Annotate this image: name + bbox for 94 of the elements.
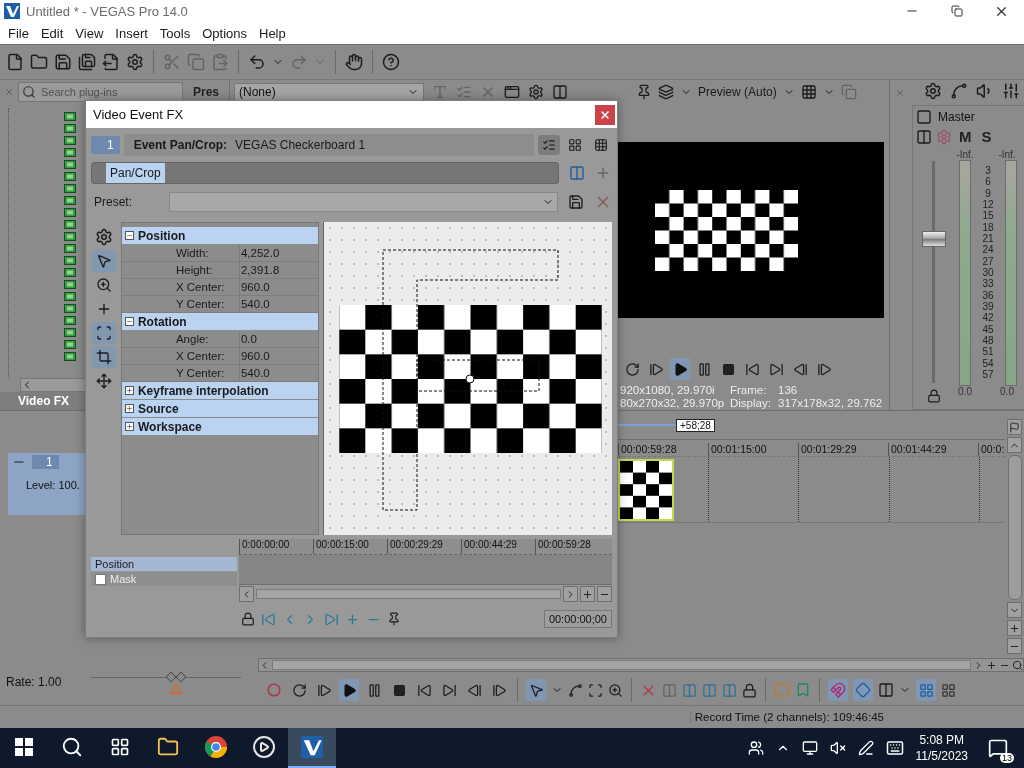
property-value[interactable]: 960.0 xyxy=(239,279,270,295)
time-field[interactable]: 00:00:00;00 xyxy=(543,610,612,628)
scale-number: 18 xyxy=(982,222,994,233)
ruler-label: 00:01:29:29 xyxy=(798,443,888,456)
section-header[interactable]: Workspace xyxy=(121,418,318,435)
property-label: Y Center: xyxy=(121,365,240,381)
scale-number: 6 xyxy=(985,177,991,188)
preview-quality-dropdown[interactable]: Preview (Auto) xyxy=(698,84,795,99)
property-label: X Center: xyxy=(121,348,240,364)
section-header[interactable]: Source xyxy=(121,400,318,417)
info-label: Frame: xyxy=(730,384,768,397)
ruler-label: 0:00:00:00 xyxy=(239,539,313,554)
section-title: Position xyxy=(137,228,186,243)
cursor-time-tag: +58;28 xyxy=(676,418,715,432)
property-label: Height: xyxy=(121,262,240,278)
rate-label: Rate: 1.00 xyxy=(6,674,62,689)
peak-label: -Inf. xyxy=(955,149,975,160)
section-title: Workspace xyxy=(137,419,202,434)
scale-number: 24 xyxy=(982,245,994,256)
clock-date: 11/5/2023 xyxy=(915,748,968,764)
section-header[interactable]: Position xyxy=(121,227,318,244)
info-value: 317x178x32, 29.762 xyxy=(778,397,884,410)
scale-number: 39 xyxy=(982,301,994,312)
property-label: Y Center: xyxy=(121,296,240,312)
section-title: Rotation xyxy=(137,314,187,329)
plugin-chip[interactable]: Pan/Crop xyxy=(106,163,165,183)
ruler-label: 00:01:15:00 xyxy=(708,443,798,456)
notification-count: 13 xyxy=(1000,753,1014,763)
scale-number: 27 xyxy=(982,256,994,267)
track-header[interactable]: 1 Level: 100. xyxy=(8,453,85,515)
scale-number: 12 xyxy=(982,200,994,210)
section-header[interactable]: Keyframe interpolation xyxy=(121,382,318,399)
property-label: X Center: xyxy=(121,279,240,295)
scale-number: 15 xyxy=(982,211,994,222)
preset-dropdown[interactable]: (None) xyxy=(234,83,424,101)
menu-item[interactable]: Help xyxy=(253,23,292,43)
dialog-title: Video Event FX xyxy=(93,107,184,122)
scale-number: 21 xyxy=(982,233,994,244)
ruler-label: 00:0: xyxy=(978,443,1005,456)
keyframe-track-row[interactable]: Position xyxy=(91,557,237,571)
event-index-badge: 1 xyxy=(91,136,120,154)
header-value: VEGAS Checkerboard 1 xyxy=(235,138,366,152)
info-value: 136 xyxy=(778,384,799,397)
ruler-label: 00:00:44:29 xyxy=(461,539,535,554)
search-field[interactable]: Search plug-ins xyxy=(18,82,183,102)
solo-button[interactable]: S xyxy=(978,128,995,145)
scale-number: 54 xyxy=(982,358,994,369)
preset-label: Preset: xyxy=(93,195,133,209)
property-label: Width: xyxy=(121,245,240,261)
property-value[interactable]: 540.0 xyxy=(239,296,270,312)
property-label: Angle: xyxy=(121,331,240,347)
scale-number: 9 xyxy=(985,188,991,199)
scale-number: 30 xyxy=(982,267,994,278)
scale-number: 48 xyxy=(982,335,994,346)
meter-reading: 0.0 xyxy=(999,386,1015,397)
scale-number: 57 xyxy=(982,369,994,380)
menu-item[interactable]: Options xyxy=(196,23,253,43)
mute-button[interactable]: M xyxy=(956,128,975,145)
menu-item[interactable]: Edit xyxy=(34,23,70,43)
section-header[interactable]: Rotation xyxy=(121,313,318,330)
ruler-label: 00:00:59:28 xyxy=(535,539,609,554)
scale-number: 51 xyxy=(982,347,994,358)
bus-title: Master xyxy=(938,110,975,124)
property-value[interactable]: 540.0 xyxy=(239,365,270,381)
notifications-button[interactable]: 13 xyxy=(980,728,1016,768)
track-label: Mask xyxy=(110,573,137,585)
scale-number: 3 xyxy=(985,166,991,176)
clock-time: 5:08 PM xyxy=(919,732,965,748)
scale-number: 33 xyxy=(982,279,994,290)
scale-number: 45 xyxy=(982,324,994,335)
ruler-label: 00:00:29:29 xyxy=(387,539,461,554)
info-label: Display: xyxy=(730,397,772,410)
track-level: Level: 100. xyxy=(26,479,81,491)
property-value[interactable]: 2,391.8 xyxy=(239,262,280,278)
scale-number: 42 xyxy=(982,313,994,324)
scale-number: 36 xyxy=(982,290,994,301)
status-text: Record Time (2 channels): 109:46:45 xyxy=(689,711,884,723)
meter-reading: 0.0 xyxy=(957,386,973,397)
panel-tab[interactable]: Pres xyxy=(193,85,220,99)
track-number: 1 xyxy=(32,455,59,469)
menu-item[interactable]: Tools xyxy=(153,23,197,43)
property-value[interactable]: 0.0 xyxy=(239,331,257,347)
property-value[interactable]: 960.0 xyxy=(239,348,270,364)
menu-item[interactable]: View xyxy=(69,23,110,43)
ruler-label: 00:01:44:29 xyxy=(888,443,978,456)
window-title: Untitled * - VEGAS Pro 14.0 xyxy=(26,3,189,19)
ruler-label: 00:00:15:00 xyxy=(313,539,387,554)
peak-label: -Inf. xyxy=(997,149,1017,160)
menu-item[interactable]: Insert xyxy=(109,23,154,43)
format-text: 80x270x32, 29.970p xyxy=(620,397,726,410)
header-label: Event Pan/Crop: xyxy=(133,138,228,152)
menu-item[interactable]: File xyxy=(2,23,35,43)
property-value[interactable]: 4,252.0 xyxy=(239,245,280,261)
format-text: 920x1080, 29.970i xyxy=(620,384,716,397)
